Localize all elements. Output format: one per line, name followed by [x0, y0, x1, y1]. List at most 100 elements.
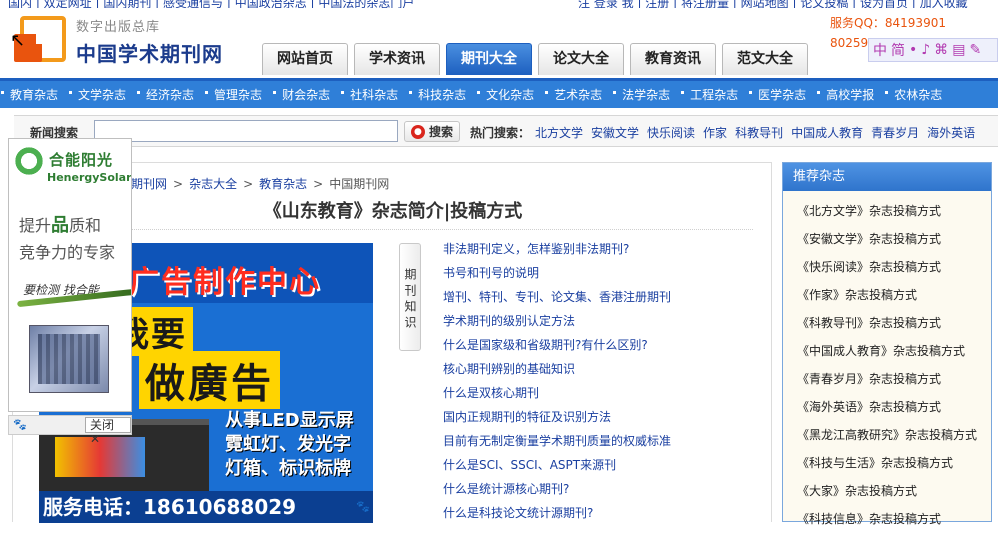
floating-ad-close-bar: 🐾 关闭 ✕ — [8, 415, 132, 446]
ime-toolbar: 中 简 • ♪ ⌘ ▤ ✎ — [868, 38, 998, 62]
recommended-journal-link[interactable]: 《海外英语》杂志投稿方式 — [797, 400, 941, 414]
mouse-cursor-icon: ↖ — [10, 30, 26, 51]
close-button[interactable]: 关闭 ✕ — [85, 417, 131, 446]
brand-title[interactable]: 中国学术期刊网 — [76, 38, 223, 67]
knowledge-link[interactable]: 书号和刊号的说明 — [443, 266, 539, 280]
category-university-journals[interactable]: 高校学报 — [816, 86, 884, 103]
top-links-right[interactable]: 注 登录 我 | 注册 | 将注册量 | 网站地图 | 论文投稿 | 设为首页 … — [578, 0, 968, 8]
ime-chinese-icon[interactable]: 中 — [873, 40, 887, 60]
hot-search-link[interactable]: 海外英语 — [927, 124, 975, 141]
tab-academic-news[interactable]: 学术资讯 — [354, 43, 440, 75]
ad-service-line: 灯箱、标识标牌 — [225, 458, 351, 479]
recommended-journal-link[interactable]: 《安徽文学》杂志投稿方式 — [797, 232, 941, 246]
ad-headline: 广告制作中心 — [129, 265, 321, 300]
knowledge-link[interactable]: 非法期刊定义，怎样鉴别非法期刊? — [443, 242, 629, 256]
knowledge-link[interactable]: 核心期刊辨别的基础知识 — [443, 362, 575, 376]
recommended-journal-link[interactable]: 《作家》杂志投稿方式 — [797, 288, 917, 302]
knowledge-link[interactable]: 国内正规期刊的特征及识别方法 — [443, 410, 611, 424]
recommended-journals-list: 《北方文学》杂志投稿方式 《安徽文学》杂志投稿方式 《快乐阅读》杂志投稿方式 《… — [783, 191, 991, 539]
hot-search-link[interactable]: 中国成人教育 — [791, 124, 863, 141]
category-literature[interactable]: 文学杂志 — [68, 86, 136, 103]
recommended-journal-link[interactable]: 《大家》杂志投稿方式 — [797, 484, 917, 498]
list-item: 目前有无制定衡量学术期刊质量的权威标准 — [443, 433, 671, 457]
floating-ad[interactable]: 合能阳光 HenergySolar 提升品质和 竞争力的专家 要检测 找合能 — [8, 138, 132, 412]
recommended-journal-link[interactable]: 《科技信息》杂志投稿方式 — [797, 512, 941, 526]
float-ad-brand-en: HenergySolar — [47, 171, 132, 184]
search-input[interactable] — [94, 120, 398, 142]
hot-search-link[interactable]: 北方文学 — [535, 124, 583, 141]
recommended-journal-link[interactable]: 《中国成人教育》杂志投稿方式 — [797, 344, 965, 358]
recommended-journal-link[interactable]: 《北方文学》杂志投稿方式 — [797, 204, 941, 218]
knowledge-link[interactable]: 什么是国家级和省级期刊?有什么区别? — [443, 338, 648, 352]
breadcrumb-item[interactable]: 杂志大全 — [189, 177, 237, 191]
knowledge-link[interactable]: 增刊、特刊、专刊、论文集、香港注册期刊 — [443, 290, 671, 304]
search-button[interactable]: ● 搜索 — [404, 121, 460, 142]
knowledge-link[interactable]: 什么是统计源核心期刊? — [443, 482, 569, 496]
recommended-journal-link[interactable]: 《黑龙江高教研究》杂志投稿方式 — [797, 428, 977, 442]
knowledge-link[interactable]: 什么是科技论文统计源期刊? — [443, 506, 593, 520]
recommended-journal-link[interactable]: 《快乐阅读》杂志投稿方式 — [797, 260, 941, 274]
category-technology[interactable]: 科技杂志 — [408, 86, 476, 103]
search-button-label: 搜索 — [428, 125, 453, 139]
category-engineering[interactable]: 工程杂志 — [680, 86, 748, 103]
recommended-journals-panel: 推荐杂志 《北方文学》杂志投稿方式 《安徽文学》杂志投稿方式 《快乐阅读》杂志投… — [782, 162, 992, 526]
knowledge-link[interactable]: 什么是双核心期刊 — [443, 386, 539, 400]
list-item: 《大家》杂志投稿方式 — [797, 483, 991, 511]
tab-papers[interactable]: 论文大全 — [538, 43, 624, 75]
category-accounting[interactable]: 财会杂志 — [272, 86, 340, 103]
ime-sound-icon[interactable]: ♪ — [921, 42, 930, 58]
recommended-journal-link[interactable]: 《青春岁月》杂志投稿方式 — [797, 372, 941, 386]
float-ad-slogan-2: 竞争力的专家 — [19, 243, 116, 262]
ime-simplified-icon[interactable]: 简 — [891, 40, 905, 60]
knowledge-links: 非法期刊定义，怎样鉴别非法期刊? 书号和刊号的说明 增刊、特刊、专刊、论文集、香… — [443, 241, 671, 529]
tab-journals[interactable]: 期刊大全 — [446, 43, 532, 75]
category-economy[interactable]: 经济杂志 — [136, 86, 204, 103]
tab-education-news[interactable]: 教育资讯 — [630, 43, 716, 75]
float-ad-slogan-part: 质和 — [69, 216, 102, 235]
category-social-science[interactable]: 社科杂志 — [340, 86, 408, 103]
ime-menu-icon[interactable]: ▤ — [952, 42, 965, 58]
ad-phone: 服务电话：18610688029 — [39, 491, 373, 523]
hot-search-link[interactable]: 作家 — [703, 124, 727, 141]
category-management[interactable]: 管理杂志 — [204, 86, 272, 103]
category-law[interactable]: 法学杂志 — [612, 86, 680, 103]
breadcrumb-current: 中国期刊网 — [329, 177, 390, 191]
list-item: 《安徽文学》杂志投稿方式 — [797, 231, 991, 259]
hot-search-link[interactable]: 科教导刊 — [735, 124, 783, 141]
ime-keyboard-icon[interactable]: ⌘ — [934, 42, 948, 58]
search-icon: ● — [410, 124, 425, 139]
ime-tools-icon[interactable]: ✎ — [969, 42, 981, 58]
hot-search-link[interactable]: 安徽文学 — [591, 124, 639, 141]
breadcrumb-item[interactable]: 教育杂志 — [259, 177, 307, 191]
breadcrumb-separator: > — [243, 177, 254, 191]
list-item: 《科技信息》杂志投稿方式 — [797, 511, 991, 539]
knowledge-link[interactable]: 什么是SCI、SSCI、ASPT来源刊 — [443, 458, 616, 472]
list-item: 书号和刊号的说明 — [443, 265, 671, 289]
list-item: 《黑龙江高教研究》杂志投稿方式 — [797, 427, 991, 455]
recommended-journal-link[interactable]: 《科教导刊》杂志投稿方式 — [797, 316, 941, 330]
category-art[interactable]: 艺术杂志 — [544, 86, 612, 103]
category-education[interactable]: 教育杂志 — [0, 86, 68, 103]
service-qq[interactable]: 服务QQ：84193901 — [830, 13, 946, 33]
category-medicine[interactable]: 医学杂志 — [748, 86, 816, 103]
knowledge-link[interactable]: 学术期刊的级别认定方法 — [443, 314, 575, 328]
list-item: 什么是国家级和省级期刊?有什么区别? — [443, 337, 671, 361]
list-item: 国内正规期刊的特征及识别方法 — [443, 409, 671, 433]
journal-knowledge-tab[interactable]: 期刊知识 — [399, 243, 421, 351]
hot-search-link[interactable]: 快乐阅读 — [647, 124, 695, 141]
top-links-left[interactable]: 国内 | 双定网址 | 国内期刊 | 感受通信与 | 中国政治杂志 | 中国法的… — [8, 0, 414, 8]
recommended-journal-link[interactable]: 《科技与生活》杂志投稿方式 — [797, 456, 953, 470]
float-ad-brand-cn: 合能阳光 — [49, 151, 114, 169]
list-item: 增刊、特刊、专刊、论文集、香港注册期刊 — [443, 289, 671, 313]
list-item: 《中国成人教育》杂志投稿方式 — [797, 343, 991, 371]
knowledge-link[interactable]: 目前有无制定衡量学术期刊质量的权威标准 — [443, 434, 671, 448]
ime-punctuation-icon[interactable]: • — [909, 42, 917, 58]
category-agriculture[interactable]: 农林杂志 — [884, 86, 952, 103]
hot-search-link[interactable]: 青春岁月 — [871, 124, 919, 141]
list-item: 《快乐阅读》杂志投稿方式 — [797, 259, 991, 287]
tab-home[interactable]: 网站首页 — [262, 43, 348, 75]
list-item: 《青春岁月》杂志投稿方式 — [797, 371, 991, 399]
breadcrumb-separator: > — [173, 177, 184, 191]
category-culture[interactable]: 文化杂志 — [476, 86, 544, 103]
tab-sample-essays[interactable]: 范文大全 — [722, 43, 808, 75]
